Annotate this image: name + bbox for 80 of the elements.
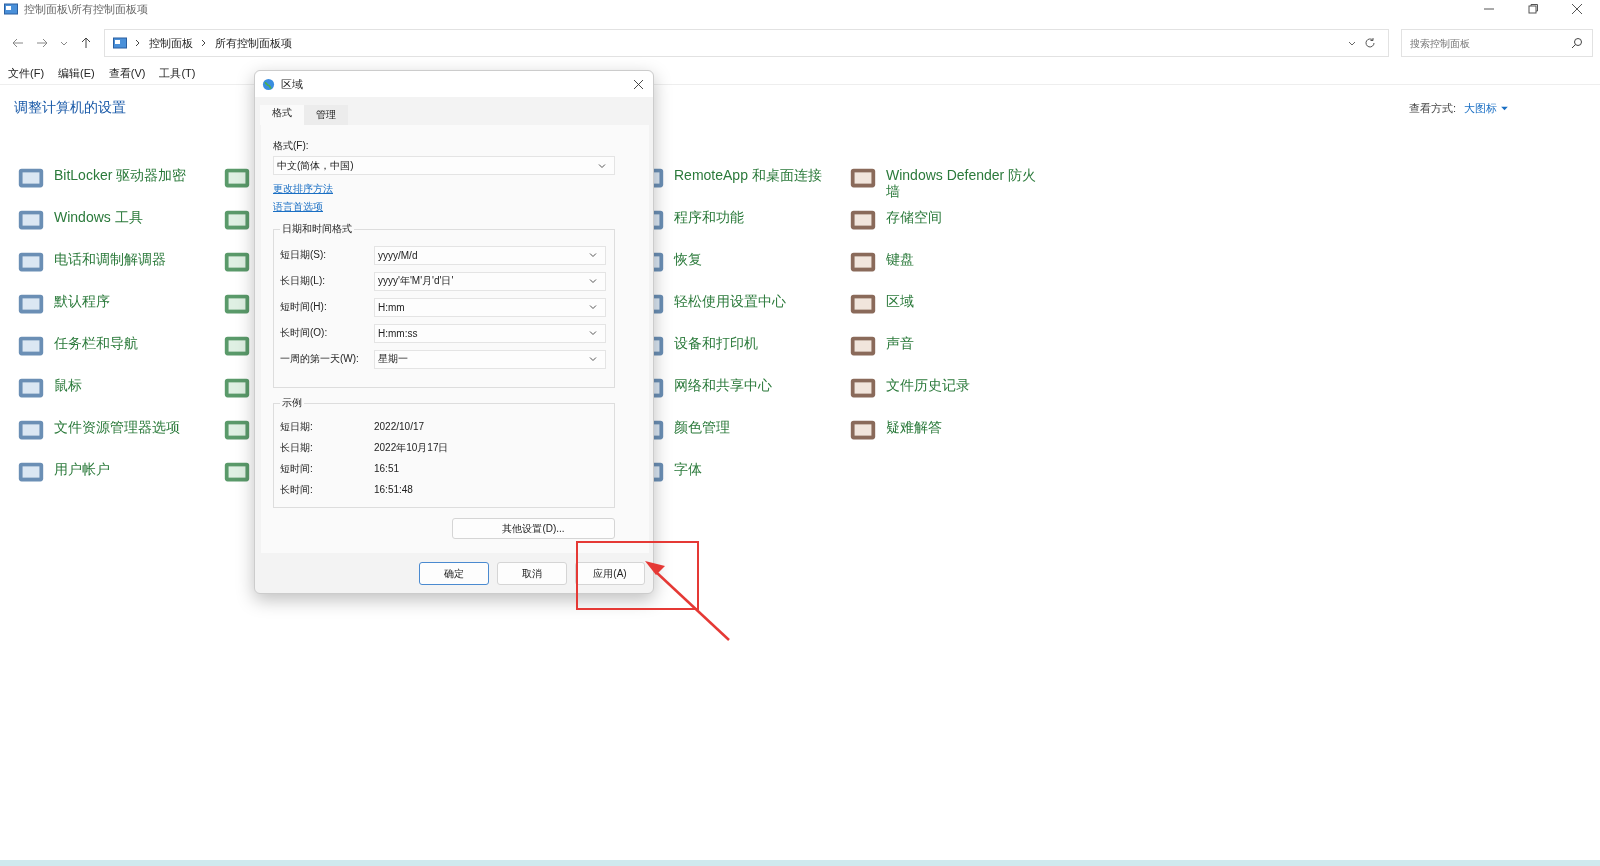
field-label: 长日期(L): <box>280 274 326 288</box>
menu-item[interactable]: 查看(V) <box>108 66 146 82</box>
up-icon[interactable] <box>80 37 92 49</box>
back-icon[interactable] <box>12 37 24 49</box>
applet-item[interactable]: 任务栏和导航 <box>16 331 222 373</box>
menu-item[interactable]: 编辑(E) <box>58 66 95 82</box>
menu-item[interactable]: 工具(T) <box>159 66 196 82</box>
applet-item[interactable]: 文件历史记录 <box>848 373 1108 415</box>
folder-icon <box>113 37 127 49</box>
applet-item[interactable]: Windows Defender 防火墙 <box>848 163 1108 205</box>
breadcrumb[interactable]: 所有控制面板项 <box>215 35 292 51</box>
address-bar[interactable]: 控制面板 所有控制面板项 <box>104 29 1389 57</box>
chevron-down-icon[interactable] <box>60 39 68 47</box>
example-label: 长日期: <box>280 440 314 455</box>
field-label: 长时间(O): <box>280 326 329 340</box>
format-dropdown[interactable]: yyyy/M/d <box>374 245 606 265</box>
example-label: 短时间: <box>280 461 314 476</box>
chevron-down-icon <box>589 277 597 285</box>
dialog-title: 区域 <box>281 76 303 92</box>
dialog-button[interactable]: 确定 <box>419 562 489 585</box>
applet-item[interactable]: 疑难解答 <box>848 415 1108 457</box>
example-value: 2022/10/17 <box>374 421 425 432</box>
close-icon[interactable] <box>1572 4 1582 14</box>
chevron-down-icon <box>589 303 597 311</box>
link[interactable]: 更改排序方法 <box>273 182 333 196</box>
search-field[interactable]: 搜索控制面板 <box>1401 29 1593 57</box>
search-icon[interactable] <box>1571 37 1583 49</box>
example-label: 短日期: <box>280 419 314 434</box>
chevron-down-icon <box>598 161 606 170</box>
example-value: 16:51:48 <box>374 484 413 495</box>
page-heading: 调整计算机的设置 <box>14 99 126 117</box>
dialog-button[interactable]: 应用(A) <box>575 562 645 585</box>
link[interactable]: 语言首选项 <box>273 200 323 214</box>
applet-item[interactable]: 区域 <box>848 289 1108 331</box>
menu-item[interactable]: 文件(F) <box>8 66 45 82</box>
chevron-down-icon <box>589 251 597 259</box>
globe-icon <box>262 77 275 91</box>
close-icon[interactable] <box>634 79 643 89</box>
forward-icon[interactable] <box>36 37 48 49</box>
view-by-dropdown[interactable]: 大图标 <box>1464 100 1508 116</box>
applet-item[interactable]: Windows 工具 <box>16 205 222 247</box>
applet-item[interactable]: 用户帐户 <box>16 457 222 499</box>
chevron-down-icon[interactable] <box>1348 39 1356 47</box>
view-by-label: 查看方式: <box>1408 100 1456 116</box>
applet-item[interactable]: 键盘 <box>848 247 1108 289</box>
applet-item[interactable]: BitLocker 驱动器加密 <box>16 163 222 205</box>
group-title: 日期和时间格式 <box>281 222 353 236</box>
group-title: 示例 <box>281 396 303 410</box>
format-dropdown[interactable]: H:mm <box>374 297 606 317</box>
applet-item[interactable]: 存储空间 <box>848 205 1108 247</box>
chevron-right-icon <box>201 39 207 47</box>
format-label: 格式(F): <box>273 139 310 153</box>
format-dropdown[interactable]: 中文(简体，中国) <box>273 156 615 175</box>
window-title: 控制面板\所有控制面板项 <box>24 1 149 17</box>
other-settings-button[interactable]: 其他设置(D)... <box>452 518 615 539</box>
applet-item[interactable]: 电话和调制解调器 <box>16 247 222 289</box>
caret-icon <box>1501 105 1508 111</box>
folder-icon <box>4 3 18 15</box>
field-label: 短日期(S): <box>280 248 328 262</box>
tab[interactable]: 管理 <box>304 105 348 125</box>
dialog-button[interactable]: 取消 <box>497 562 567 585</box>
format-dropdown[interactable]: yyyy'年'M'月'd'日' <box>374 271 606 291</box>
breadcrumb[interactable]: 控制面板 <box>149 35 193 51</box>
example-value: 16:51 <box>374 463 400 474</box>
format-dropdown[interactable]: H:mm:ss <box>374 323 606 343</box>
refresh-icon[interactable] <box>1364 37 1376 49</box>
field-label: 短时间(H): <box>280 300 328 314</box>
chevron-right-icon <box>135 39 141 47</box>
format-dropdown[interactable]: 星期一 <box>374 349 606 369</box>
example-value: 2022年10月17日 <box>374 440 449 455</box>
field-label: 一周的第一天(W): <box>280 352 360 366</box>
tab[interactable]: 格式 <box>260 105 304 125</box>
chevron-down-icon <box>589 355 597 363</box>
applet-item[interactable]: 文件资源管理器选项 <box>16 415 222 457</box>
applet-item[interactable]: 鼠标 <box>16 373 222 415</box>
example-label: 长时间: <box>280 482 314 497</box>
chevron-down-icon <box>589 329 597 337</box>
applet-item[interactable]: 声音 <box>848 331 1108 373</box>
restore-icon[interactable] <box>1528 4 1538 14</box>
applet-item[interactable]: 默认程序 <box>16 289 222 331</box>
